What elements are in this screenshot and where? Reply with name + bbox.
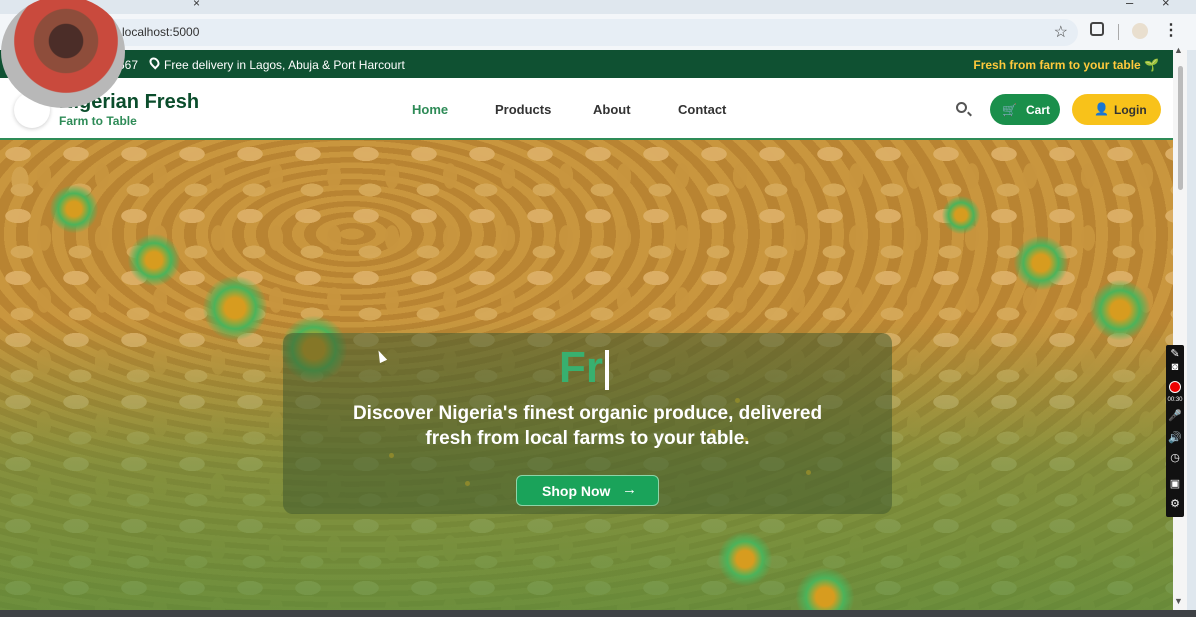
speaker-icon[interactable]: 🔊	[1167, 431, 1183, 444]
brand-subtitle: Farm to Table	[59, 114, 137, 128]
login-button[interactable]: 👤 Login	[1072, 94, 1161, 125]
cart-button[interactable]: 🛒 Cart	[990, 94, 1060, 125]
top-info-bar: 567 Free delivery in Lagos, Abuja & Port…	[0, 50, 1173, 78]
glow-orb	[1014, 236, 1068, 290]
glow-orb	[1090, 280, 1150, 340]
glow-orb	[50, 185, 98, 233]
nav-link-products[interactable]: Products	[495, 102, 551, 117]
screen-recorder-toolbar: ✎ ◙ 00:30 🎤 🔊 ◷ ▣ ⚙	[1166, 345, 1184, 517]
glow-orb	[203, 276, 267, 340]
hero-description: Discover Nigeria's finest organic produc…	[352, 403, 823, 449]
settings-gear-icon[interactable]: ⚙	[1167, 497, 1183, 510]
glow-orb	[942, 196, 980, 234]
screen-icon[interactable]: ▣	[1167, 477, 1183, 490]
extensions-icon[interactable]	[1090, 22, 1104, 36]
tab-close-icon[interactable]: ×	[193, 0, 200, 10]
toolbar-divider	[1118, 24, 1119, 40]
timer-icon[interactable]: ◷	[1167, 451, 1183, 464]
farm-tagline: Fresh from farm to your table 🌱	[973, 58, 1159, 72]
main-navbar: Nigerian Fresh Farm to Table Home Produc…	[0, 78, 1173, 140]
profile-avatar-icon[interactable]	[1132, 23, 1148, 39]
window-minimize-icon[interactable]: –	[1126, 0, 1133, 10]
webpage: 567 Free delivery in Lagos, Abuja & Port…	[0, 50, 1173, 610]
browser-tab-strip: × – ×	[0, 0, 1196, 14]
shop-now-button[interactable]: Shop Now →	[516, 475, 659, 506]
webcam-overlay	[1, 0, 125, 108]
page-scrollbar[interactable]: ▲ ▼	[1173, 45, 1187, 610]
nav-link-about[interactable]: About	[593, 102, 631, 117]
scroll-down-icon[interactable]: ▼	[1174, 596, 1183, 606]
cart-icon: 🛒	[1002, 103, 1017, 117]
browser-toolbar: localhost:5000 ☆ ⋮	[0, 14, 1196, 50]
nav-link-contact[interactable]: Contact	[678, 102, 726, 117]
shop-now-label: Shop Now	[542, 483, 611, 499]
window-close-icon[interactable]: ×	[1162, 0, 1170, 10]
hero-typed-title: Fr	[559, 343, 603, 392]
browser-menu-icon[interactable]: ⋮	[1163, 20, 1179, 40]
login-label: Login	[1114, 103, 1147, 117]
hero-card: Fr Discover Nigeria's finest organic pro…	[283, 333, 892, 514]
browser-tab[interactable]	[215, 0, 1195, 14]
bottom-system-strip	[0, 610, 1196, 617]
camera-icon[interactable]: ◙	[1167, 361, 1183, 373]
record-icon[interactable]	[1169, 381, 1181, 393]
cart-label: Cart	[1026, 103, 1051, 117]
user-icon: 👤	[1094, 102, 1109, 116]
recording-time: 00:30	[1167, 397, 1183, 403]
glow-orb	[718, 532, 772, 586]
delivery-info: Free delivery in Lagos, Abuja & Port Har…	[164, 58, 405, 72]
scroll-up-icon[interactable]: ▲	[1174, 45, 1183, 55]
scrollbar-thumb[interactable]	[1178, 66, 1183, 190]
bookmark-star-icon[interactable]: ☆	[1054, 22, 1068, 42]
typing-cursor	[605, 350, 609, 390]
glow-orb	[128, 234, 180, 286]
url-text[interactable]: localhost:5000	[122, 25, 199, 39]
search-icon[interactable]	[956, 102, 967, 113]
address-bar[interactable]: localhost:5000 ☆	[60, 19, 1078, 46]
nav-link-home[interactable]: Home	[412, 102, 448, 117]
location-pin-icon	[147, 55, 162, 70]
hero-section: Fr Discover Nigeria's finest organic pro…	[0, 140, 1173, 610]
pen-icon[interactable]: ✎	[1167, 347, 1183, 360]
microphone-icon[interactable]: 🎤	[1167, 409, 1183, 422]
arrow-right-icon: →	[622, 481, 637, 498]
